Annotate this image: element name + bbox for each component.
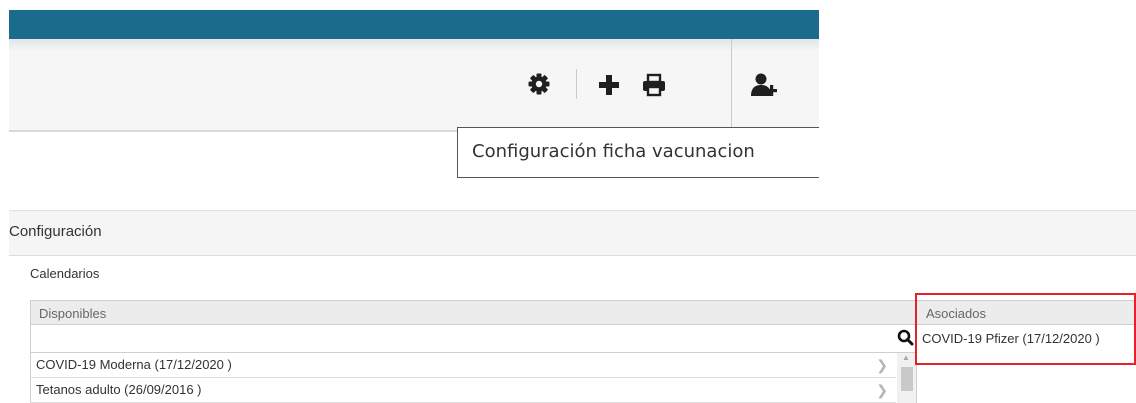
- scroll-thumb[interactable]: [901, 367, 913, 391]
- disponibles-header: Disponibles: [30, 300, 917, 325]
- toolbar-divider: [576, 69, 577, 99]
- gear-icon[interactable]: [527, 72, 551, 96]
- list-item-label: Tetanos adulto (26/09/2016 ): [36, 382, 202, 397]
- tooltip: Configuración ficha vacunacion: [457, 127, 819, 178]
- disponibles-search-row: [30, 325, 917, 353]
- print-icon[interactable]: [641, 73, 667, 97]
- list-item-label: COVID-19 Moderna (17/12/2020 ): [36, 357, 232, 372]
- toolbar: [9, 39, 819, 132]
- chevron-right-icon: ❯: [876, 382, 888, 398]
- disponibles-list-item[interactable]: COVID-19 Moderna (17/12/2020 ) ❯: [30, 353, 896, 378]
- chevron-right-icon: ❯: [876, 357, 888, 373]
- section-header: Configuración: [9, 210, 1136, 256]
- asociados-list-item[interactable]: COVID-19 Pfizer (17/12/2020 ): [917, 325, 1136, 353]
- asociados-header: Asociados: [917, 300, 1136, 325]
- scroll-up-arrow-icon[interactable]: ▲: [902, 353, 910, 362]
- scrollbar[interactable]: ▲: [897, 353, 917, 403]
- disponibles-search-input[interactable]: [35, 331, 875, 349]
- app-top-bar: [9, 10, 819, 39]
- disponibles-list-item[interactable]: Tetanos adulto (26/09/2016 ) ❯: [30, 378, 896, 403]
- search-icon[interactable]: [896, 328, 916, 348]
- plus-icon[interactable]: [598, 74, 620, 96]
- section-title: Configuración: [9, 223, 102, 240]
- calendarios-label: Calendarios: [30, 266, 100, 281]
- add-user-icon[interactable]: [751, 72, 779, 98]
- toolbar-divider: [731, 39, 732, 132]
- list-item-label: COVID-19 Pfizer (17/12/2020 ): [922, 331, 1100, 346]
